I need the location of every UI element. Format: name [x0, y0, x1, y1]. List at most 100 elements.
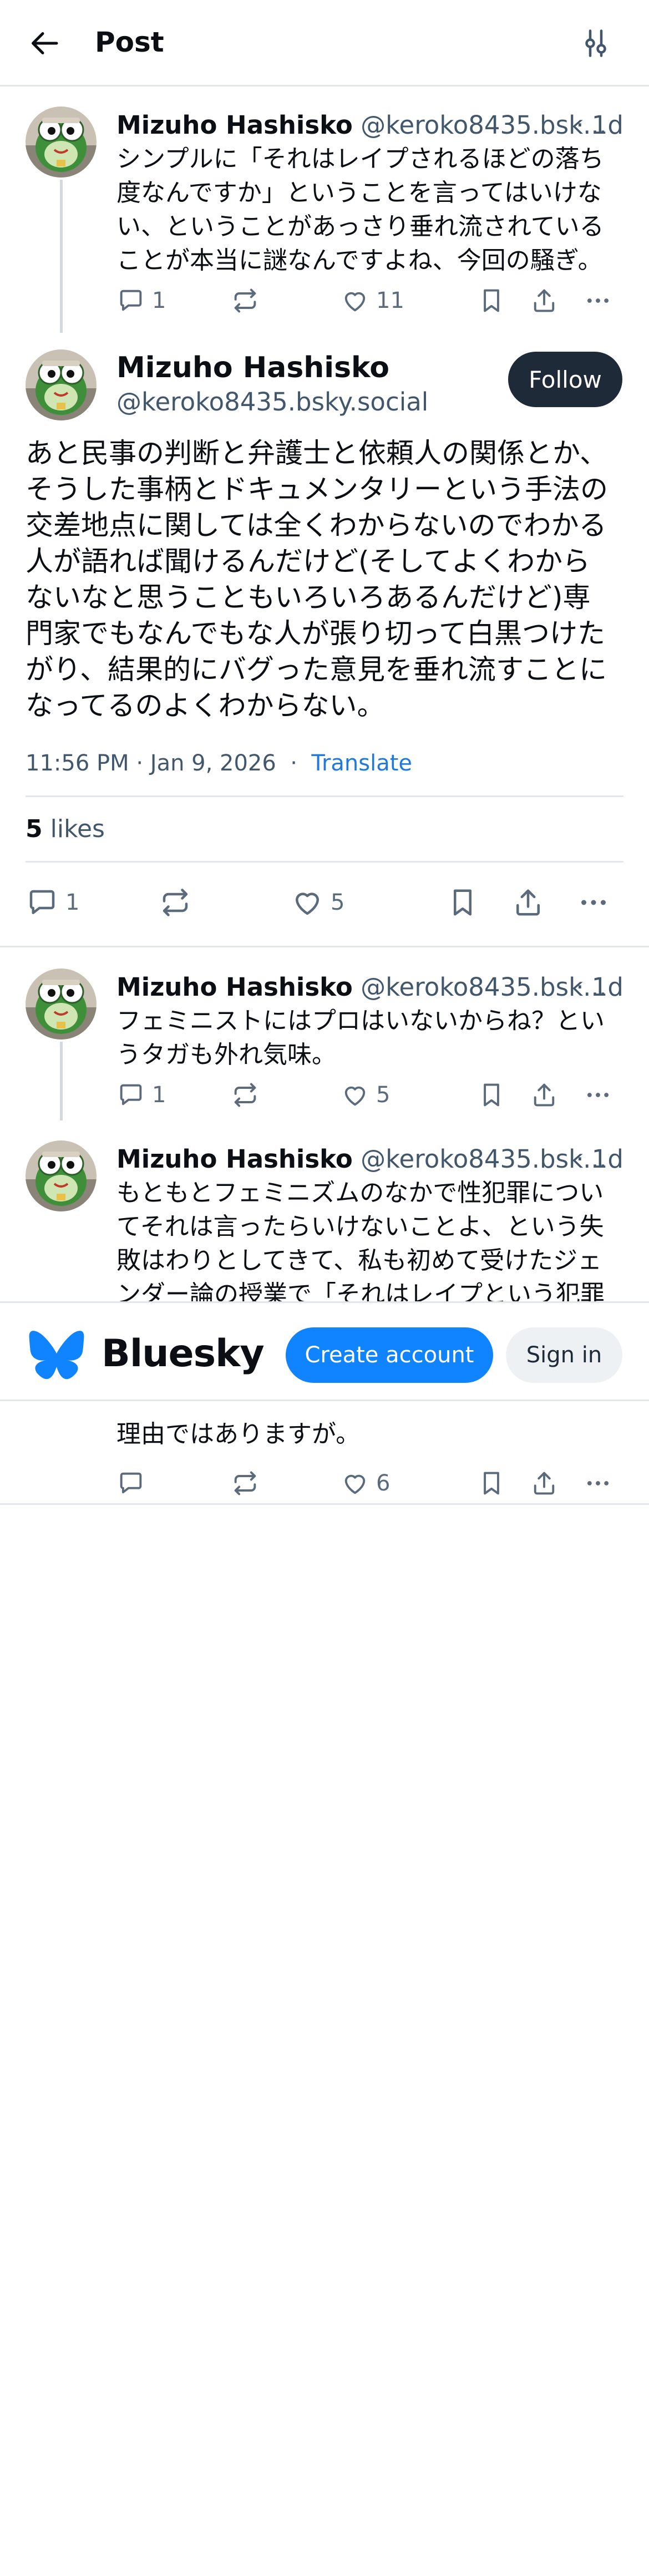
- like-button[interactable]: 5: [341, 1078, 390, 1112]
- divider: [0, 1503, 649, 1505]
- post-line: なってるのよくわからない。: [26, 689, 385, 722]
- sign-in-button[interactable]: Sign in: [506, 1327, 622, 1383]
- post-line: い、ということがあっさり垂れ流されている: [116, 212, 604, 241]
- bookmark-button[interactable]: [477, 1467, 506, 1500]
- bookmark-button[interactable]: [477, 1078, 506, 1112]
- speech-bubble-icon: [116, 1469, 145, 1498]
- post-line: あと民事の判断と弁護士と依頼人の関係とか、: [26, 437, 607, 469]
- post-line: うタガも外れ気味。: [116, 1041, 336, 1069]
- post-line: 理由ではありますが。: [116, 1420, 361, 1448]
- thread-line: [60, 180, 63, 333]
- avatar[interactable]: [26, 107, 97, 178]
- follow-button[interactable]: Follow: [508, 352, 622, 407]
- bookmark-icon: [477, 1469, 506, 1498]
- post-actions: 6: [116, 1467, 624, 1500]
- share-upload-icon: [530, 1081, 559, 1109]
- divider: [26, 795, 623, 797]
- page-title: Post: [95, 26, 164, 58]
- repost-button[interactable]: [231, 1078, 260, 1112]
- main-post: Mizuho Hashisko @keroko8435.bsky.social …: [0, 333, 649, 949]
- avatar[interactable]: [26, 968, 97, 1039]
- like-count: 11: [376, 288, 404, 313]
- more-button[interactable]: [577, 886, 610, 919]
- create-account-button[interactable]: Create account: [286, 1327, 493, 1383]
- post-body: シンプルに「それはレイプされるほどの落ち 度なんですか」ということを言ってはいけ…: [116, 142, 627, 277]
- avatar[interactable]: [26, 349, 97, 420]
- bookmark-button[interactable]: [446, 886, 479, 919]
- author-name[interactable]: Mizuho Hashisko: [116, 110, 353, 140]
- post-actions: 1 11: [116, 284, 624, 317]
- arrow-left-icon[interactable]: [29, 27, 62, 60]
- post-body: フェミニストにはプロはいないからね？とい うタガも外れ気味。: [116, 1004, 627, 1072]
- author-name[interactable]: Mizuho Hashisko: [116, 1144, 353, 1174]
- post-meta: Mizuho Hashisko @keroko8435.bsk...: [116, 1143, 624, 1176]
- post-line: 度なんですか」ということを言ってはいけな: [116, 179, 602, 207]
- share-upload-icon: [511, 886, 545, 919]
- post-line: 敗はわりとしてきて、私も初めて受けたジェ: [116, 1246, 602, 1275]
- reply-button[interactable]: 1: [116, 284, 166, 317]
- repost-button[interactable]: [231, 284, 260, 317]
- like-count: 5: [376, 1082, 391, 1108]
- repost-button[interactable]: [159, 886, 192, 919]
- share-upload-icon: [530, 286, 559, 315]
- author-handle[interactable]: @keroko8435.bsk...: [361, 972, 607, 1002]
- repost-arrows-icon: [231, 1469, 260, 1498]
- share-button[interactable]: [530, 1078, 559, 1112]
- heart-icon: [341, 286, 369, 315]
- share-button[interactable]: [530, 1467, 559, 1500]
- reply-button[interactable]: 1: [26, 886, 79, 919]
- ellipsis-icon: [584, 286, 612, 315]
- like-button[interactable]: 6: [341, 1467, 390, 1500]
- reply-button[interactable]: [116, 1467, 145, 1500]
- post-time: · 1d: [576, 1144, 623, 1174]
- post-meta: Mizuho Hashisko @keroko8435.bsk...: [116, 109, 624, 142]
- post-line: 人が語れば聞けるんだけど(そしてよくわから: [26, 545, 591, 577]
- more-button[interactable]: [584, 1078, 612, 1112]
- post-line: 交差地点に関しては全くわからないのでわかる: [26, 509, 607, 541]
- repost-button[interactable]: [231, 1467, 260, 1500]
- more-button[interactable]: [584, 284, 612, 317]
- author-name[interactable]: Mizuho Hashisko: [116, 972, 353, 1002]
- avatar[interactable]: [26, 1140, 97, 1211]
- author-handle[interactable]: @keroko8435.bsky.social: [116, 386, 428, 419]
- share-upload-icon: [530, 1469, 559, 1498]
- translate-link[interactable]: Translate: [311, 751, 412, 776]
- author-handle[interactable]: @keroko8435.bsk...: [361, 110, 607, 140]
- bookmark-button[interactable]: [477, 284, 506, 317]
- post-actions: 1 5: [26, 886, 623, 919]
- post-line: ことが本当に謎なんですよね、今回の騒ぎ。: [116, 246, 602, 275]
- reply-post[interactable]: Mizuho Hashisko @keroko8435.bsk... · 1d …: [0, 1120, 649, 1304]
- post-body: あと民事の判断と弁護士と依頼人の関係とか、 そうした事柄とドキュメンタリーという…: [26, 435, 625, 724]
- divider: [0, 946, 649, 947]
- bookmark-icon: [477, 1081, 506, 1109]
- parent-post[interactable]: Mizuho Hashisko @keroko8435.bsk... · 1d …: [0, 87, 649, 333]
- likes-count: 5: [26, 815, 43, 843]
- post-line: そうした事柄とドキュメンタリーという手法の: [26, 473, 608, 505]
- like-count: 6: [376, 1470, 391, 1496]
- more-button[interactable]: [584, 1467, 612, 1500]
- thread-line: [60, 1042, 63, 1120]
- author-handle[interactable]: @keroko8435.bsk...: [361, 1144, 607, 1174]
- share-button[interactable]: [511, 886, 545, 919]
- post-actions: 1 5: [116, 1078, 624, 1112]
- post-line: ンダー論の授業で「それはレイプという犯罪: [116, 1280, 605, 1304]
- bookmark-icon: [477, 286, 506, 315]
- post-meta: Mizuho Hashisko @keroko8435.bsk...: [116, 971, 624, 1004]
- share-button[interactable]: [530, 284, 559, 317]
- signup-banner: Bluesky Create account Sign in: [0, 1301, 649, 1401]
- speech-bubble-icon: [116, 1081, 145, 1109]
- post-line: 門家でもなんでもな人が張り切って白黒つけた: [26, 617, 605, 650]
- bluesky-butterfly-icon[interactable]: [29, 1331, 84, 1380]
- post-line: もともとフェミニズムのなかで性犯罪につい: [116, 1179, 604, 1207]
- repost-arrows-icon: [159, 886, 192, 919]
- likes-label: likes: [50, 815, 105, 843]
- like-button[interactable]: 11: [341, 284, 404, 317]
- reply-button[interactable]: 1: [116, 1078, 166, 1112]
- like-button[interactable]: 5: [291, 886, 344, 919]
- sliders-icon[interactable]: [579, 27, 612, 60]
- likes-summary[interactable]: 5 likes: [26, 813, 105, 846]
- author-name[interactable]: Mizuho Hashisko: [116, 349, 389, 386]
- speech-bubble-icon: [26, 886, 59, 919]
- post-time: · 1d: [576, 110, 623, 140]
- reply-post[interactable]: Mizuho Hashisko @keroko8435.bsk... · 1d …: [0, 949, 649, 1120]
